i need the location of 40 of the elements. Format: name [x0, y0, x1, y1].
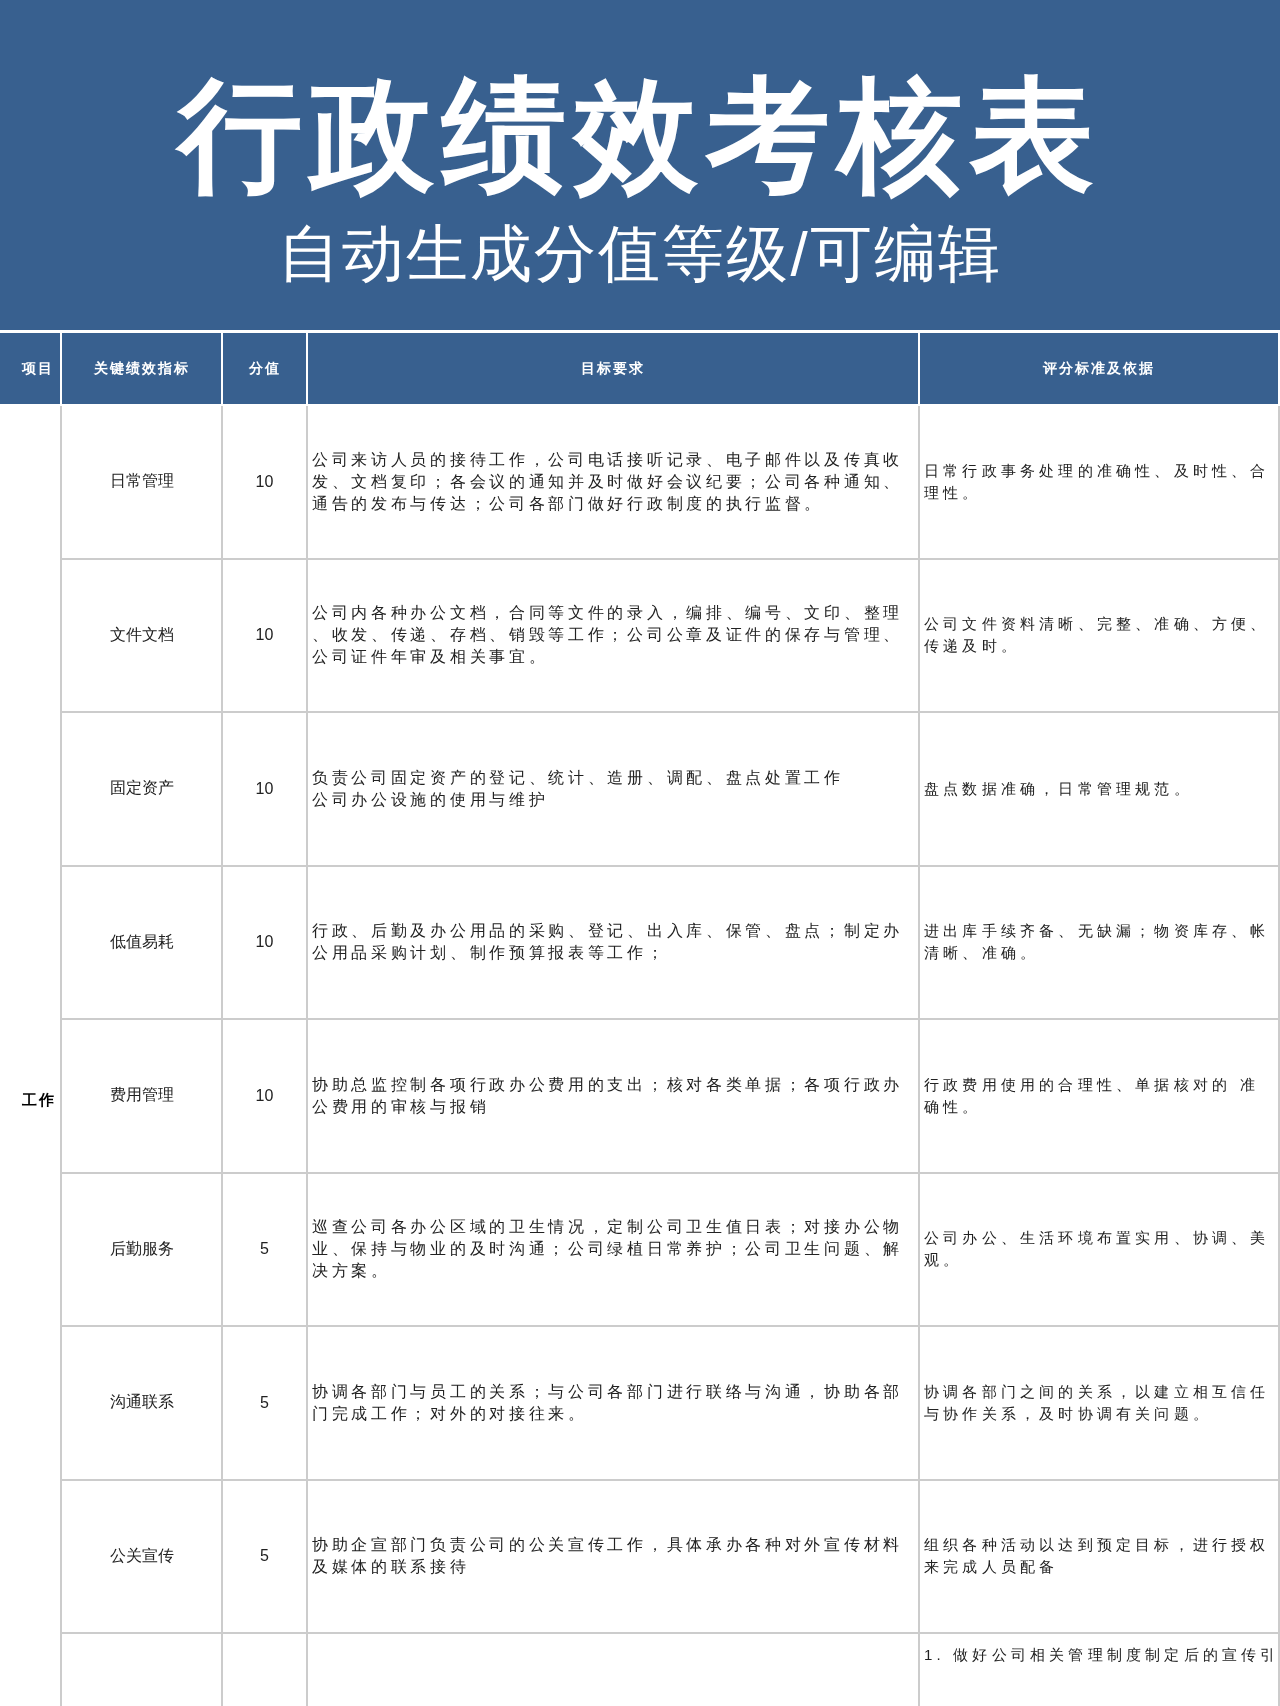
table-cell-text: 负责公司固定资产的登记、统计、造册、调配、盘点处置工作 公司办公设施的使用与维护: [312, 767, 844, 810]
table-cell-text: 盘点数据准确，日常管理规范。: [924, 778, 1193, 799]
table-cell-text: 协助企宣部门负责公司的公关宣传工作，具体承办各种对外宣传材料 及媒体的联系接待: [312, 1535, 903, 1578]
page-subtitle: 自动生成分值等级/可编辑: [278, 218, 1002, 290]
table-cell-text: 日常管理: [109, 471, 174, 492]
table-cell-text: 协调各部门之间的关系，以建立相互信任 与协作关系，及时协调有关问题。: [924, 1381, 1270, 1424]
table-cell: 10: [255, 626, 274, 645]
table-cell: 10: [255, 779, 274, 798]
table-cell: 5: [260, 1240, 269, 1259]
table-cell-text: 行政费用使用的合理性、单据核对的 准 确性。: [924, 1074, 1259, 1117]
table-cell: 工作: [22, 1090, 56, 1110]
table-cell-text: 后勤服务: [109, 1238, 174, 1259]
table-cell-text: 日常行政事务处理的准确性、及时性、合 理性。: [924, 460, 1270, 503]
column-header: 分值: [223, 333, 308, 406]
column-header: 项目: [0, 333, 62, 406]
table-cell-text: 文件文档: [109, 624, 174, 645]
table-cell-text: 行政、后勤及办公用品的采购、登记、出入库、保管、盘点；制定办 公用品采购计划、制作预算报表等工作；: [312, 921, 903, 964]
table-cell-text: 固定资产: [109, 778, 174, 799]
table-cell-text: 公司文件资料清晰、完整、准确、方便、 传递及时。: [924, 614, 1270, 657]
table-cell: 10: [255, 933, 274, 952]
column-header: 关键绩效指标: [62, 333, 223, 406]
table-cell: 10: [255, 1086, 274, 1105]
table-cell-text: 低值易耗: [109, 931, 174, 952]
table-cell: 5: [260, 1547, 269, 1566]
table-cell-text: 公关宣传: [109, 1545, 174, 1566]
table-cell-text: 费用管理: [109, 1085, 174, 1106]
table-cell-text: 巡查公司各办公区域的卫生情况，定制公司卫生值日表；对接办公物 业、保持与物业的及时沟通；公司绿植日常养护；公司卫生问题、解 决方案。: [312, 1217, 903, 1282]
table-cell-text: 组织各种活动以达到预定目标，进行授权 来完成人员配备: [924, 1535, 1270, 1578]
table-cell-text: 协调各部门与员工的关系；与公司各部门进行联络与沟通，协助各部 门完成工作；对外的对接往来。: [312, 1381, 903, 1424]
table-cell-text: 公司办公、生活环境布置实用、协调、美 观。: [924, 1228, 1270, 1271]
table-cell-text: 沟通联系: [109, 1392, 174, 1413]
table-cell-text: 进出库手续齐备、无缺漏；物资库存、帐 清晰、准确。: [924, 921, 1270, 964]
column-header: 目标要求: [308, 333, 920, 406]
table-cell-text: 公司内各种办公文档，合同等文件的录入，编排、编号、文印、整理 、收发、传递、存档、销毁等工作；公司公章及证件的保存与管理、 公司证件年审及相关事宜。: [312, 603, 903, 668]
table-cell-text: 1. 做好公司相关管理制度制定后的宣传引: [924, 1645, 1280, 1665]
table-cell-text: 公司来访人员的接待工作，公司电话接听记录、电子邮件以及传真收 发、文档复印；各会议的通知并及时做好会议纪要；公司各种通知、 通告的发布与传达；公司各部门做好行政制度的执行监督。: [312, 449, 903, 514]
table-cell: 10: [255, 472, 274, 491]
table-cell: 5: [260, 1393, 269, 1412]
column-header: 评分标准及依据: [920, 333, 1280, 406]
table-cell-text: 协助总监控制各项行政办公费用的支出；核对各类单据；各项行政办 公费用的审核与报销: [312, 1074, 903, 1117]
